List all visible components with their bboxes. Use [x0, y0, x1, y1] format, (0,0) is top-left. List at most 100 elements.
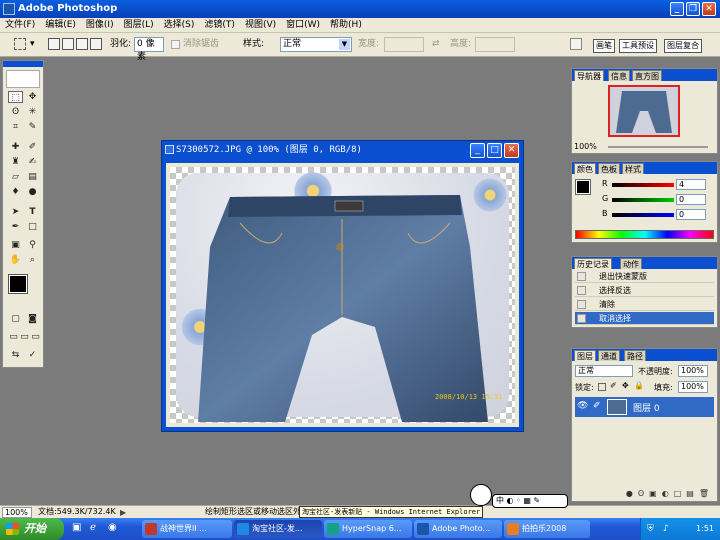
- doc-close-button[interactable]: ✕: [504, 143, 519, 158]
- navigator-zoom-slider[interactable]: [608, 146, 708, 148]
- tab-brushes[interactable]: 画笔: [593, 39, 615, 53]
- toolbox-header[interactable]: [3, 61, 43, 67]
- image-canvas[interactable]: 2008/10/13 15:31: [170, 167, 515, 423]
- input-method-bar[interactable]: 中 ◐ ◦ ▦ ✎: [492, 494, 568, 508]
- tab-history[interactable]: 历史记录: [574, 258, 612, 269]
- type-tool-icon[interactable]: T: [25, 206, 40, 218]
- navigator-zoom[interactable]: 100%: [574, 142, 597, 151]
- dodge-tool-icon[interactable]: ●: [25, 186, 40, 198]
- blend-mode-select[interactable]: 正常: [575, 365, 633, 377]
- subtract-selection-icon[interactable]: [76, 38, 88, 50]
- channel-r-slider[interactable]: [612, 183, 674, 187]
- eraser-tool-icon[interactable]: ▱: [8, 171, 23, 183]
- foreground-color-swatch[interactable]: [8, 274, 28, 294]
- quicklaunch-desktop-icon[interactable]: ▣: [72, 522, 81, 533]
- channel-b-input[interactable]: 0: [676, 209, 706, 220]
- minimize-button[interactable]: _: [670, 2, 684, 16]
- menu-image[interactable]: 图像(I): [81, 18, 119, 33]
- history-item[interactable]: 退出快速蒙版: [575, 270, 714, 283]
- layer-row[interactable]: 👁 ✐ 图层 0: [575, 397, 714, 417]
- move-tool-icon[interactable]: ✥: [25, 91, 40, 103]
- magic-wand-tool-icon[interactable]: ✳: [25, 106, 40, 118]
- standard-mode-icon[interactable]: ▢: [8, 313, 23, 325]
- gradient-tool-icon[interactable]: ▤: [25, 171, 40, 183]
- tab-swatches[interactable]: 色板: [598, 163, 620, 174]
- feather-logo-icon[interactable]: [6, 70, 40, 88]
- imageready-icon[interactable]: ⇆: [8, 349, 23, 361]
- lock-move-icon[interactable]: ✥: [622, 381, 629, 390]
- clock[interactable]: 1:51: [696, 524, 714, 533]
- tab-info[interactable]: 信息: [608, 70, 630, 81]
- preset-chevron-down-icon[interactable]: ▾: [30, 37, 35, 52]
- style-select[interactable]: 正常 ▼: [280, 37, 352, 52]
- layers-footer-buttons[interactable]: ●ʘ▣◐□▤🗑: [575, 489, 714, 500]
- tray-volume-icon[interactable]: ♪: [663, 518, 669, 540]
- menu-help[interactable]: 帮助(H): [325, 18, 367, 33]
- tab-tool-presets[interactable]: 工具预设: [619, 39, 657, 53]
- tab-layer-comps[interactable]: 图层复合: [664, 39, 702, 53]
- menu-window[interactable]: 窗口(W): [281, 18, 325, 33]
- blur-tool-icon[interactable]: ♦: [8, 186, 23, 198]
- intersect-selection-icon[interactable]: [90, 38, 102, 50]
- history-brush-tool-icon[interactable]: ✍: [25, 156, 40, 168]
- brush-tool-icon[interactable]: ✐: [25, 141, 40, 153]
- tab-actions[interactable]: 动作: [620, 258, 642, 269]
- doc-maximize-button[interactable]: □: [487, 143, 502, 158]
- eyedropper-tool-icon[interactable]: ⚲: [25, 239, 40, 251]
- eye-icon[interactable]: 👁: [577, 401, 588, 411]
- menu-layer[interactable]: 图层(L): [119, 18, 159, 33]
- swap-icon[interactable]: ⇄: [432, 37, 440, 52]
- start-button[interactable]: 开始: [0, 518, 64, 540]
- history-checkbox[interactable]: [577, 286, 586, 295]
- history-checkbox[interactable]: [577, 300, 586, 309]
- lasso-tool-icon[interactable]: ʘ: [8, 106, 23, 118]
- task-button[interactable]: Adobe Photo...: [414, 520, 502, 538]
- shape-tool-icon[interactable]: □: [25, 221, 40, 233]
- channel-b-slider[interactable]: [612, 213, 674, 217]
- tab-navigator[interactable]: 导航器: [574, 70, 604, 81]
- lock-transparent-icon[interactable]: [598, 383, 606, 391]
- tab-channels[interactable]: 通道: [598, 350, 620, 361]
- opacity-input[interactable]: 100%: [678, 365, 708, 377]
- tab-histogram[interactable]: 直方图: [632, 70, 662, 81]
- healing-brush-tool-icon[interactable]: ✚: [8, 141, 23, 153]
- antialias-checkbox[interactable]: [171, 40, 180, 49]
- jump-icon[interactable]: ✓: [25, 349, 40, 361]
- quick-mask-icon[interactable]: ◙: [25, 313, 40, 325]
- lock-brush-icon[interactable]: ✐: [610, 381, 617, 390]
- width-input[interactable]: [384, 37, 424, 52]
- brush-link-icon[interactable]: ✐: [593, 401, 601, 411]
- history-checkbox[interactable]: [577, 272, 586, 281]
- menu-view[interactable]: 视图(V): [240, 18, 281, 33]
- crop-tool-icon[interactable]: ⌗: [8, 121, 23, 133]
- new-selection-icon[interactable]: [48, 38, 60, 50]
- restore-button[interactable]: ❐: [686, 2, 700, 16]
- clone-stamp-tool-icon[interactable]: ♜: [8, 156, 23, 168]
- tab-color[interactable]: 颜色: [574, 163, 596, 174]
- quicklaunch-ie-icon[interactable]: ℯ: [90, 522, 96, 533]
- history-item-selected[interactable]: 取消选择: [575, 312, 714, 325]
- feather-input[interactable]: 0 像素: [134, 37, 164, 62]
- task-button[interactable]: 战神世界II ...: [142, 520, 232, 538]
- slice-tool-icon[interactable]: ✎: [25, 121, 40, 133]
- fill-input[interactable]: 100%: [678, 381, 708, 393]
- tray-shield-icon[interactable]: ⛨: [647, 518, 654, 540]
- height-input[interactable]: [475, 37, 515, 52]
- close-button[interactable]: ✕: [702, 2, 716, 16]
- path-select-tool-icon[interactable]: ➤: [8, 206, 23, 218]
- tab-layers[interactable]: 图层: [574, 350, 596, 361]
- screen-mode-3-icon[interactable]: ▭: [28, 331, 43, 343]
- pen-tool-icon[interactable]: ✒: [8, 221, 23, 233]
- navigator-thumbnail[interactable]: [608, 85, 680, 137]
- task-button[interactable]: 拍拍乐2008: [504, 520, 590, 538]
- tab-styles[interactable]: 样式: [622, 163, 644, 174]
- history-item[interactable]: 选择反选: [575, 284, 714, 297]
- task-button-active[interactable]: 淘宝社区-发...: [234, 520, 322, 538]
- rect-marquee-tool-icon[interactable]: ⬚: [8, 91, 23, 103]
- doc-minimize-button[interactable]: _: [470, 143, 485, 158]
- history-checkbox[interactable]: [577, 314, 586, 323]
- menu-edit[interactable]: 编辑(E): [40, 18, 81, 33]
- quicklaunch-media-icon[interactable]: ◉: [108, 522, 117, 533]
- tab-paths[interactable]: 路径: [624, 350, 646, 361]
- task-button[interactable]: HyperSnap 6...: [324, 520, 412, 538]
